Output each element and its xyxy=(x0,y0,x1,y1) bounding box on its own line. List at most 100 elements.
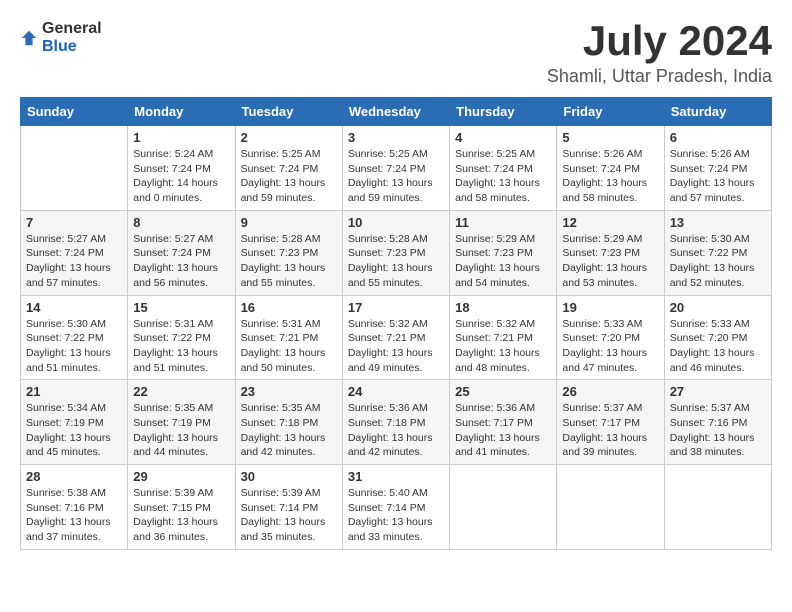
day-number: 19 xyxy=(562,300,658,315)
calendar-header-cell: Friday xyxy=(557,98,664,126)
calendar-day-cell: 6 Sunrise: 5:26 AM Sunset: 7:24 PM Daylig… xyxy=(664,126,771,211)
calendar-week-row: 7 Sunrise: 5:27 AM Sunset: 7:24 PM Daylig… xyxy=(21,210,772,295)
calendar-day-cell: 5 Sunrise: 5:26 AM Sunset: 7:24 PM Daylig… xyxy=(557,126,664,211)
day-info: Sunrise: 5:30 AM Sunset: 7:22 PM Dayligh… xyxy=(670,232,766,291)
calendar-day-cell: 3 Sunrise: 5:25 AM Sunset: 7:24 PM Daylig… xyxy=(342,126,449,211)
calendar-week-row: 14 Sunrise: 5:30 AM Sunset: 7:22 PM Dayli… xyxy=(21,295,772,380)
calendar-week-row: 21 Sunrise: 5:34 AM Sunset: 7:19 PM Dayli… xyxy=(21,380,772,465)
calendar-table: SundayMondayTuesdayWednesdayThursdayFrid… xyxy=(20,97,772,550)
calendar-day-cell: 1 Sunrise: 5:24 AM Sunset: 7:24 PM Daylig… xyxy=(128,126,235,211)
day-number: 12 xyxy=(562,215,658,230)
day-info: Sunrise: 5:32 AM Sunset: 7:21 PM Dayligh… xyxy=(455,317,551,376)
day-info: Sunrise: 5:31 AM Sunset: 7:21 PM Dayligh… xyxy=(241,317,337,376)
calendar-day-cell: 21 Sunrise: 5:34 AM Sunset: 7:19 PM Dayli… xyxy=(21,380,128,465)
day-number: 23 xyxy=(241,384,337,399)
calendar-day-cell: 11 Sunrise: 5:29 AM Sunset: 7:23 PM Dayli… xyxy=(450,210,557,295)
day-info: Sunrise: 5:30 AM Sunset: 7:22 PM Dayligh… xyxy=(26,317,122,376)
day-number: 16 xyxy=(241,300,337,315)
day-number: 25 xyxy=(455,384,551,399)
logo-blue: Blue xyxy=(42,38,77,55)
calendar-day-cell xyxy=(664,465,771,550)
calendar-header-cell: Saturday xyxy=(664,98,771,126)
calendar-day-cell: 10Sunrise: 5:28 AM Sunset: 7:23 PM Dayli… xyxy=(342,210,449,295)
calendar-day-cell xyxy=(557,465,664,550)
calendar-header-cell: Thursday xyxy=(450,98,557,126)
calendar-day-cell: 26Sunrise: 5:37 AM Sunset: 7:17 PM Dayli… xyxy=(557,380,664,465)
calendar-header-cell: Wednesday xyxy=(342,98,449,126)
calendar-header-cell: Tuesday xyxy=(235,98,342,126)
day-number: 21 xyxy=(26,384,122,399)
day-info: Sunrise: 5:33 AM Sunset: 7:20 PM Dayligh… xyxy=(562,317,658,376)
day-number: 2 xyxy=(241,130,337,145)
calendar-day-cell: 28Sunrise: 5:38 AM Sunset: 7:16 PM Dayli… xyxy=(21,465,128,550)
day-info: Sunrise: 5:25 AM Sunset: 7:24 PM Dayligh… xyxy=(348,147,444,206)
day-info: Sunrise: 5:39 AM Sunset: 7:15 PM Dayligh… xyxy=(133,486,229,545)
day-info: Sunrise: 5:27 AM Sunset: 7:24 PM Dayligh… xyxy=(26,232,122,291)
day-number: 20 xyxy=(670,300,766,315)
day-number: 1 xyxy=(133,130,229,145)
calendar-day-cell: 19 Sunrise: 5:33 AM Sunset: 7:20 PM Dayli… xyxy=(557,295,664,380)
day-info: Sunrise: 5:35 AM Sunset: 7:18 PM Dayligh… xyxy=(241,401,337,460)
day-number: 5 xyxy=(562,130,658,145)
logo-icon xyxy=(20,29,38,47)
calendar-day-cell xyxy=(450,465,557,550)
calendar-day-cell: 24Sunrise: 5:36 AM Sunset: 7:18 PM Dayli… xyxy=(342,380,449,465)
calendar-day-cell: 15Sunrise: 5:31 AM Sunset: 7:22 PM Dayli… xyxy=(128,295,235,380)
calendar-day-cell: 20 Sunrise: 5:33 AM Sunset: 7:20 PM Dayli… xyxy=(664,295,771,380)
calendar-day-cell: 12Sunrise: 5:29 AM Sunset: 7:23 PM Dayli… xyxy=(557,210,664,295)
day-info: Sunrise: 5:32 AM Sunset: 7:21 PM Dayligh… xyxy=(348,317,444,376)
calendar-day-cell: 13 Sunrise: 5:30 AM Sunset: 7:22 PM Dayli… xyxy=(664,210,771,295)
calendar-day-cell: 8 Sunrise: 5:27 AM Sunset: 7:24 PM Daylig… xyxy=(128,210,235,295)
day-info: Sunrise: 5:25 AM Sunset: 7:24 PM Dayligh… xyxy=(241,147,337,206)
logo: General Blue xyxy=(20,20,102,56)
calendar-day-cell: 18 Sunrise: 5:32 AM Sunset: 7:21 PM Dayli… xyxy=(450,295,557,380)
day-info: Sunrise: 5:36 AM Sunset: 7:17 PM Dayligh… xyxy=(455,401,551,460)
day-info: Sunrise: 5:28 AM Sunset: 7:23 PM Dayligh… xyxy=(241,232,337,291)
day-number: 10 xyxy=(348,215,444,230)
calendar-day-cell: 29 Sunrise: 5:39 AM Sunset: 7:15 PM Dayli… xyxy=(128,465,235,550)
day-info: Sunrise: 5:35 AM Sunset: 7:19 PM Dayligh… xyxy=(133,401,229,460)
calendar-day-cell: 2 Sunrise: 5:25 AM Sunset: 7:24 PM Daylig… xyxy=(235,126,342,211)
day-number: 14 xyxy=(26,300,122,315)
calendar-day-cell: 30Sunrise: 5:39 AM Sunset: 7:14 PM Dayli… xyxy=(235,465,342,550)
calendar-day-cell: 17Sunrise: 5:32 AM Sunset: 7:21 PM Dayli… xyxy=(342,295,449,380)
day-info: Sunrise: 5:34 AM Sunset: 7:19 PM Dayligh… xyxy=(26,401,122,460)
day-number: 30 xyxy=(241,469,337,484)
day-number: 22 xyxy=(133,384,229,399)
day-info: Sunrise: 5:31 AM Sunset: 7:22 PM Dayligh… xyxy=(133,317,229,376)
day-number: 6 xyxy=(670,130,766,145)
day-number: 26 xyxy=(562,384,658,399)
day-info: Sunrise: 5:26 AM Sunset: 7:24 PM Dayligh… xyxy=(562,147,658,206)
calendar-day-cell xyxy=(21,126,128,211)
day-number: 28 xyxy=(26,469,122,484)
day-info: Sunrise: 5:25 AM Sunset: 7:24 PM Dayligh… xyxy=(455,147,551,206)
calendar-header-cell: Sunday xyxy=(21,98,128,126)
calendar-day-cell: 25 Sunrise: 5:36 AM Sunset: 7:17 PM Dayli… xyxy=(450,380,557,465)
day-number: 4 xyxy=(455,130,551,145)
calendar-week-row: 1 Sunrise: 5:24 AM Sunset: 7:24 PM Daylig… xyxy=(21,126,772,211)
page-header: General Blue July 2024 Shamli, Uttar Pra… xyxy=(20,20,772,87)
day-info: Sunrise: 5:33 AM Sunset: 7:20 PM Dayligh… xyxy=(670,317,766,376)
calendar-day-cell: 16 Sunrise: 5:31 AM Sunset: 7:21 PM Dayli… xyxy=(235,295,342,380)
day-info: Sunrise: 5:37 AM Sunset: 7:16 PM Dayligh… xyxy=(670,401,766,460)
day-info: Sunrise: 5:26 AM Sunset: 7:24 PM Dayligh… xyxy=(670,147,766,206)
day-number: 13 xyxy=(670,215,766,230)
day-number: 9 xyxy=(241,215,337,230)
day-number: 3 xyxy=(348,130,444,145)
calendar-week-row: 28Sunrise: 5:38 AM Sunset: 7:16 PM Dayli… xyxy=(21,465,772,550)
day-number: 29 xyxy=(133,469,229,484)
day-number: 31 xyxy=(348,469,444,484)
day-number: 11 xyxy=(455,215,551,230)
day-number: 18 xyxy=(455,300,551,315)
day-number: 8 xyxy=(133,215,229,230)
day-info: Sunrise: 5:29 AM Sunset: 7:23 PM Dayligh… xyxy=(455,232,551,291)
calendar-day-cell: 4 Sunrise: 5:25 AM Sunset: 7:24 PM Daylig… xyxy=(450,126,557,211)
logo-general: General xyxy=(42,20,102,37)
day-number: 27 xyxy=(670,384,766,399)
location-title: Shamli, Uttar Pradesh, India xyxy=(547,66,772,87)
day-info: Sunrise: 5:27 AM Sunset: 7:24 PM Dayligh… xyxy=(133,232,229,291)
day-info: Sunrise: 5:24 AM Sunset: 7:24 PM Dayligh… xyxy=(133,147,229,206)
calendar-day-cell: 14 Sunrise: 5:30 AM Sunset: 7:22 PM Dayli… xyxy=(21,295,128,380)
calendar-body: 1 Sunrise: 5:24 AM Sunset: 7:24 PM Daylig… xyxy=(21,126,772,550)
day-number: 7 xyxy=(26,215,122,230)
